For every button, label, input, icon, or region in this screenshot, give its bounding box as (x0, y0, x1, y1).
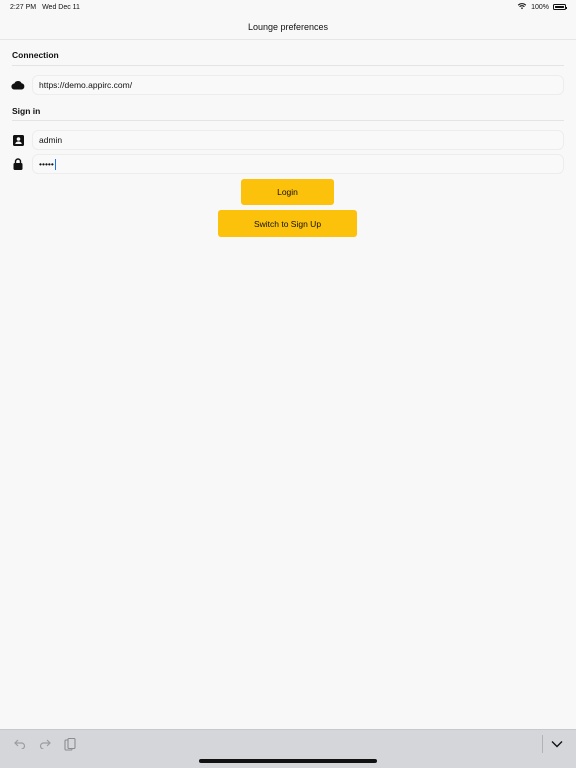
server-url-row: https://demo.appirc.com/ (10, 75, 564, 95)
login-button[interactable]: Login (241, 179, 334, 205)
redo-icon[interactable] (37, 736, 53, 752)
status-bar: 2:27 PM Wed Dec 11 100% (0, 0, 576, 14)
status-right: 100% (517, 2, 567, 12)
text-caret (54, 158, 56, 170)
undo-icon[interactable] (12, 736, 28, 752)
paste-icon[interactable] (62, 736, 78, 752)
username-input[interactable]: admin (32, 130, 564, 150)
signin-section-header: Sign in (12, 106, 41, 116)
server-url-input[interactable]: https://demo.appirc.com/ (32, 75, 564, 95)
connection-divider (12, 65, 564, 66)
lock-icon (10, 156, 26, 172)
password-row: ••••• (10, 154, 564, 174)
chevron-down-icon[interactable] (549, 736, 565, 752)
signin-divider (12, 120, 564, 121)
status-date: Wed Dec 11 (42, 3, 80, 11)
home-indicator[interactable] (199, 759, 377, 763)
page-title: Lounge preferences (247, 21, 329, 32)
password-value: ••••• (39, 159, 54, 169)
toolbar-divider (542, 735, 543, 753)
username-row: admin (10, 130, 564, 150)
wifi-icon (517, 2, 527, 12)
switch-to-signup-button[interactable]: Switch to Sign Up (218, 210, 357, 237)
status-time: 2:27 PM (10, 3, 37, 11)
nav-bar: Lounge preferences (0, 14, 576, 40)
server-url-value: https://demo.appirc.com/ (39, 80, 133, 90)
battery-icon (553, 4, 567, 10)
connection-section-header: Connection (12, 50, 59, 60)
person-icon (10, 132, 26, 148)
username-value: admin (39, 135, 63, 145)
cloud-icon (10, 77, 26, 93)
battery-percent: 100% (531, 3, 549, 11)
password-input[interactable]: ••••• (32, 154, 564, 174)
